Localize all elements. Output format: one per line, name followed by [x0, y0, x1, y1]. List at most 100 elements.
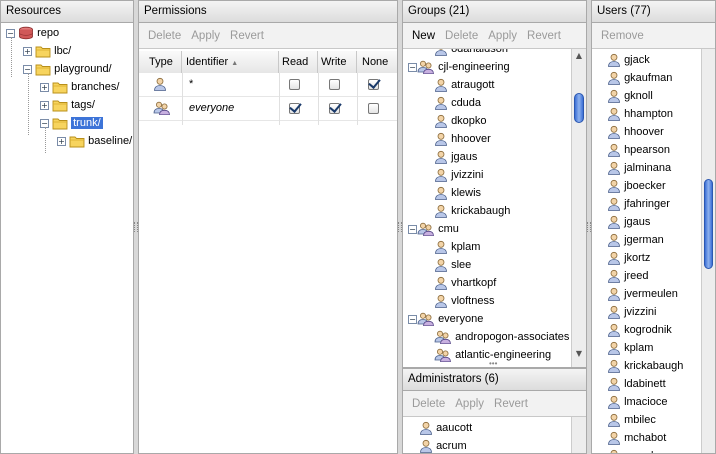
apply-button[interactable]: Apply — [488, 30, 517, 42]
column-write[interactable]: Write — [318, 51, 357, 73]
groups-scrollbar[interactable]: ▲ ▼ — [571, 49, 586, 367]
user-item[interactable]: kplam — [607, 339, 653, 357]
administrators-scrollbar[interactable] — [571, 417, 586, 453]
collapse-icon[interactable]: − — [408, 314, 417, 324]
user-item[interactable]: jgerman — [607, 231, 664, 249]
identifier-cell[interactable]: * — [189, 78, 193, 90]
resources-panel: Resources − repo + lbc/− playground/+ bra… — [0, 0, 134, 454]
scrollbar-thumb[interactable] — [704, 179, 713, 269]
group-member[interactable]: kplam — [434, 238, 480, 256]
apply-button[interactable]: Apply — [455, 398, 484, 410]
scroll-up-icon[interactable]: ▲ — [572, 51, 586, 63]
revert-button[interactable]: Revert — [527, 30, 561, 42]
group-member[interactable]: klewis — [434, 184, 481, 202]
revert-button[interactable]: Revert — [494, 398, 528, 410]
user-label: jgaus — [624, 216, 651, 228]
user-item[interactable]: gjack — [607, 51, 650, 69]
user-label: jkortz — [624, 252, 651, 264]
delete-button[interactable]: Delete — [412, 398, 445, 410]
group-member[interactable]: atraugott — [434, 76, 494, 94]
user-item[interactable]: ldabinett — [607, 375, 666, 393]
write-checkbox[interactable] — [329, 102, 340, 114]
group-icon — [417, 312, 434, 327]
group-item[interactable]: − cmu — [408, 220, 459, 238]
group-item[interactable]: andropogon-associates — [434, 328, 569, 346]
group-item[interactable]: − everyone — [408, 310, 483, 328]
none-checkbox[interactable] — [368, 102, 379, 114]
user-item[interactable]: jfahringer — [607, 195, 670, 213]
users-scrollbar[interactable] — [701, 49, 715, 453]
column-read[interactable]: Read — [279, 51, 318, 73]
column-none[interactable]: None — [357, 51, 397, 73]
user-item[interactable]: jboecker — [607, 177, 666, 195]
tree-node-lbc[interactable]: + lbc/ — [23, 42, 71, 60]
collapse-icon[interactable]: − — [408, 62, 417, 72]
user-icon — [435, 150, 447, 164]
user-item[interactable]: mchabot — [607, 429, 666, 447]
remove-button[interactable]: Remove — [601, 30, 644, 42]
tree-node-repo[interactable]: − repo — [6, 24, 59, 42]
column-type[interactable]: Type — [139, 51, 182, 73]
administrators-header: Administrators (6) — [403, 369, 586, 391]
administrator-item[interactable]: acrum — [419, 437, 467, 453]
expand-icon[interactable]: + — [57, 136, 66, 146]
permission-row[interactable]: * — [139, 73, 397, 97]
tree-node-playground[interactable]: − playground/ — [23, 60, 112, 78]
group-member[interactable]: hhoover — [434, 130, 491, 148]
user-item[interactable]: jalminana — [607, 159, 671, 177]
identifier-label: Identifier — [186, 56, 229, 68]
group-member[interactable]: cduda — [434, 94, 481, 112]
scrollbar-thumb[interactable] — [574, 93, 584, 123]
user-label: gjack — [624, 54, 650, 66]
permission-row[interactable]: everyone — [139, 97, 397, 121]
tree-node-baseline[interactable]: + baseline/ — [57, 132, 132, 150]
folder-icon — [35, 46, 51, 58]
user-item[interactable]: krickabaugh — [607, 357, 683, 375]
expand-icon[interactable]: + — [23, 46, 32, 56]
read-checkbox[interactable] — [289, 102, 300, 114]
resize-grip[interactable]: ••• — [489, 360, 497, 368]
user-item[interactable]: jgaus — [607, 213, 650, 231]
collapse-icon[interactable]: − — [408, 224, 417, 234]
user-item[interactable]: gkaufman — [607, 69, 672, 87]
user-item[interactable]: jkortz — [607, 249, 650, 267]
group-member[interactable]: jvizzini — [434, 166, 483, 184]
none-checkbox[interactable] — [368, 78, 379, 90]
user-item[interactable]: hpearson — [607, 141, 670, 159]
write-checkbox[interactable] — [329, 78, 340, 90]
tree-node-branches[interactable]: + branches/ — [40, 78, 119, 96]
user-item[interactable]: lmacioce — [607, 393, 667, 411]
delete-button[interactable]: Delete — [148, 30, 181, 42]
tree-node-trunk[interactable]: − trunk/ — [40, 114, 103, 132]
user-item[interactable]: gknoll — [607, 87, 653, 105]
administrator-item[interactable]: aaucott — [419, 419, 472, 437]
read-checkbox[interactable] — [289, 78, 300, 90]
column-identifier[interactable]: Identifier ▲ — [182, 51, 279, 73]
user-item[interactable]: mcoulson — [607, 447, 671, 453]
delete-group-button[interactable]: Delete — [445, 30, 478, 42]
group-member[interactable]: vloftness — [434, 292, 494, 310]
group-member[interactable]: jgaus — [434, 148, 477, 166]
user-item[interactable]: hhoover — [607, 123, 664, 141]
group-item[interactable]: − cjl-engineering — [408, 58, 510, 76]
user-item[interactable]: hhampton — [607, 105, 673, 123]
tree-node-tags[interactable]: + tags/ — [40, 96, 95, 114]
user-item[interactable]: mbilec — [607, 411, 656, 429]
group-member[interactable]: krickabaugh — [434, 202, 510, 220]
group-member[interactable]: vhartkopf — [434, 274, 496, 292]
user-item[interactable]: jvizzini — [607, 303, 656, 321]
revert-button[interactable]: Revert — [230, 30, 264, 42]
user-item[interactable]: jreed — [607, 267, 649, 285]
apply-button[interactable]: Apply — [191, 30, 220, 42]
folder-icon — [52, 118, 68, 130]
scroll-down-icon[interactable]: ▼ — [572, 349, 586, 361]
identifier-cell[interactable]: everyone — [189, 102, 234, 114]
group-member[interactable]: dkopko — [434, 112, 487, 130]
user-item[interactable]: jvermeulen — [607, 285, 678, 303]
group-member[interactable]: slee — [434, 256, 471, 274]
group-member[interactable]: odanaidson — [434, 49, 508, 58]
expand-icon[interactable]: + — [40, 100, 49, 110]
expand-icon[interactable]: + — [40, 82, 49, 92]
user-item[interactable]: kogrodnik — [607, 321, 672, 339]
new-group-button[interactable]: New — [412, 30, 435, 42]
